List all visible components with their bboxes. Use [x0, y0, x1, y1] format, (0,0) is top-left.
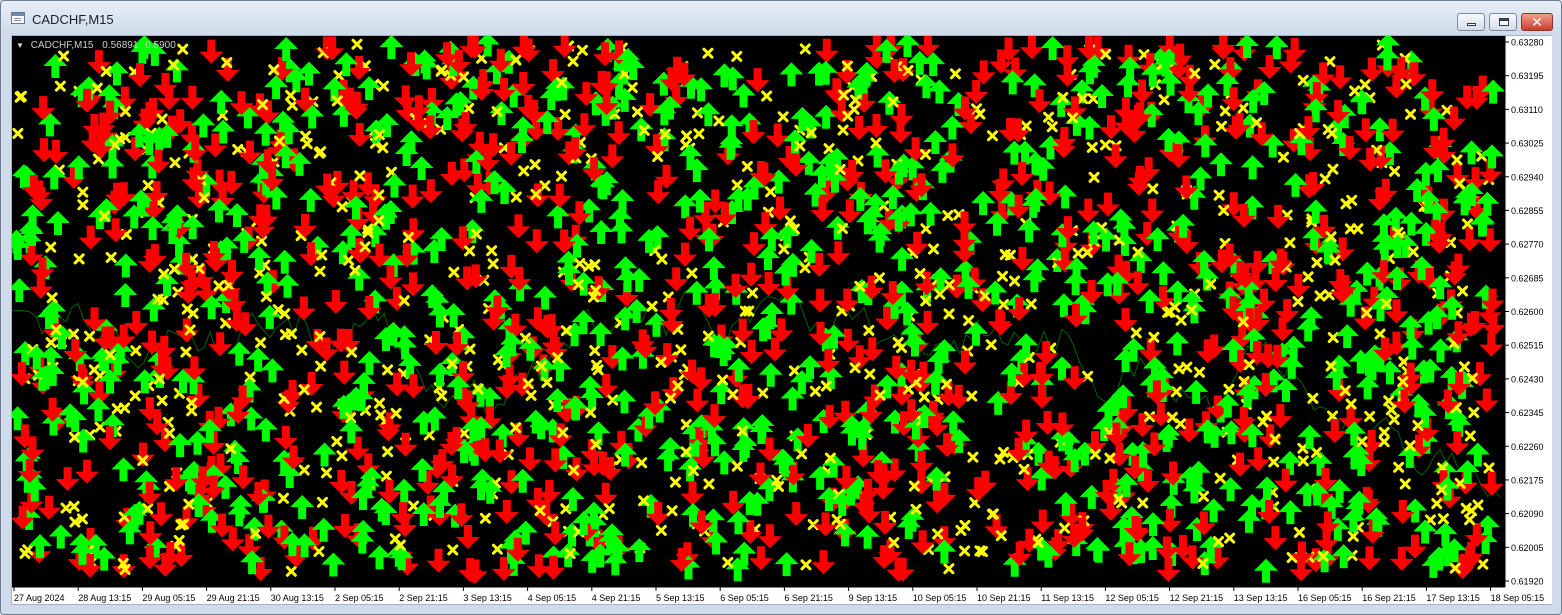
- time-axis-label: 5 Sep 13:15: [656, 593, 705, 603]
- time-axis-label: 13 Sep 13:15: [1234, 593, 1288, 603]
- chart-info-value: 0.5900: [145, 40, 176, 51]
- minimize-button[interactable]: [1457, 13, 1485, 31]
- price-axis-label: 0.62345: [1511, 408, 1544, 418]
- price-axis-label: 0.62005: [1511, 543, 1544, 553]
- price-axis-label: 0.63280: [1511, 38, 1544, 48]
- price-chart[interactable]: 0.63280 0.63195 0.63110 0.63025 0.62940 0.628…: [12, 36, 1552, 604]
- close-button[interactable]: ✕: [1521, 13, 1553, 31]
- time-axis-label: 9 Sep 13:15: [849, 593, 898, 603]
- time-axis-label: 17 Sep 13:15: [1426, 593, 1480, 603]
- price-axis-label: 0.63110: [1511, 105, 1543, 115]
- chart-info-overlay: ▼ CADCHF,M15 0.56891 0.5900: [16, 40, 180, 51]
- time-axis-label: 28 Aug 13:15: [78, 593, 131, 603]
- price-axis-label: 0.61920: [1511, 577, 1544, 587]
- price-axis-label: 0.62515: [1511, 341, 1544, 351]
- time-axis-label: 6 Sep 21:15: [784, 593, 833, 603]
- time-axis-label: 4 Sep 21:15: [592, 593, 641, 603]
- time-axis-label: 30 Aug 13:15: [271, 593, 324, 603]
- chart-info-symbol: CADCHF,M15: [30, 40, 94, 51]
- price-axis-label: 0.62430: [1511, 374, 1544, 384]
- restore-button[interactable]: [1489, 13, 1517, 31]
- time-axis-label: 6 Sep 05:15: [720, 593, 769, 603]
- time-axis-label: 29 Aug 05:15: [142, 593, 195, 603]
- window-title: CADCHF,M15: [32, 12, 114, 27]
- chart-window-icon: [11, 12, 25, 24]
- time-axis-label: 10 Sep 21:15: [977, 593, 1031, 603]
- time-axis-label: 16 Sep 21:15: [1362, 593, 1416, 603]
- time-axis-label: 12 Sep 05:15: [1105, 593, 1159, 603]
- close-icon: ✕: [1531, 14, 1543, 30]
- time-axis-label: 4 Sep 05:15: [528, 593, 577, 603]
- minimize-icon: [1467, 23, 1476, 26]
- restore-icon: [1499, 18, 1509, 26]
- price-axis-label: 0.63025: [1511, 139, 1544, 149]
- collapse-triangle-icon[interactable]: ▼: [16, 41, 24, 50]
- price-axis-label: 0.62770: [1511, 240, 1544, 250]
- price-axis-label: 0.62855: [1511, 206, 1544, 216]
- time-axis-label: 3 Sep 13:15: [463, 593, 512, 603]
- title-bar[interactable]: CADCHF,M15 ✕: [1, 1, 1561, 35]
- time-axis-label: 27 Aug 2024: [14, 593, 65, 603]
- time-axis-label: 16 Sep 05:15: [1298, 593, 1352, 603]
- time-axis-label: 12 Sep 21:15: [1170, 593, 1224, 603]
- chart-info-value: 0.56891: [102, 40, 139, 51]
- price-axis-label: 0.62090: [1511, 509, 1544, 519]
- price-axis-label: 0.62940: [1511, 172, 1544, 182]
- time-axis-label: 2 Sep 05:15: [335, 593, 384, 603]
- time-axis-label: 10 Sep 05:15: [913, 593, 967, 603]
- price-axis-label: 0.62260: [1511, 442, 1544, 452]
- price-axis-label: 0.63195: [1511, 71, 1544, 81]
- time-axis-label: 29 Aug 21:15: [207, 593, 260, 603]
- price-axis-label: 0.62685: [1511, 273, 1544, 283]
- time-axis-label: 18 Sep 05:15: [1491, 593, 1545, 603]
- price-axis-label: 0.62600: [1511, 307, 1544, 317]
- time-axis-label: 11 Sep 13:15: [1041, 593, 1094, 603]
- time-axis-label: 2 Sep 21:15: [399, 593, 448, 603]
- price-axis-label: 0.62175: [1511, 475, 1544, 485]
